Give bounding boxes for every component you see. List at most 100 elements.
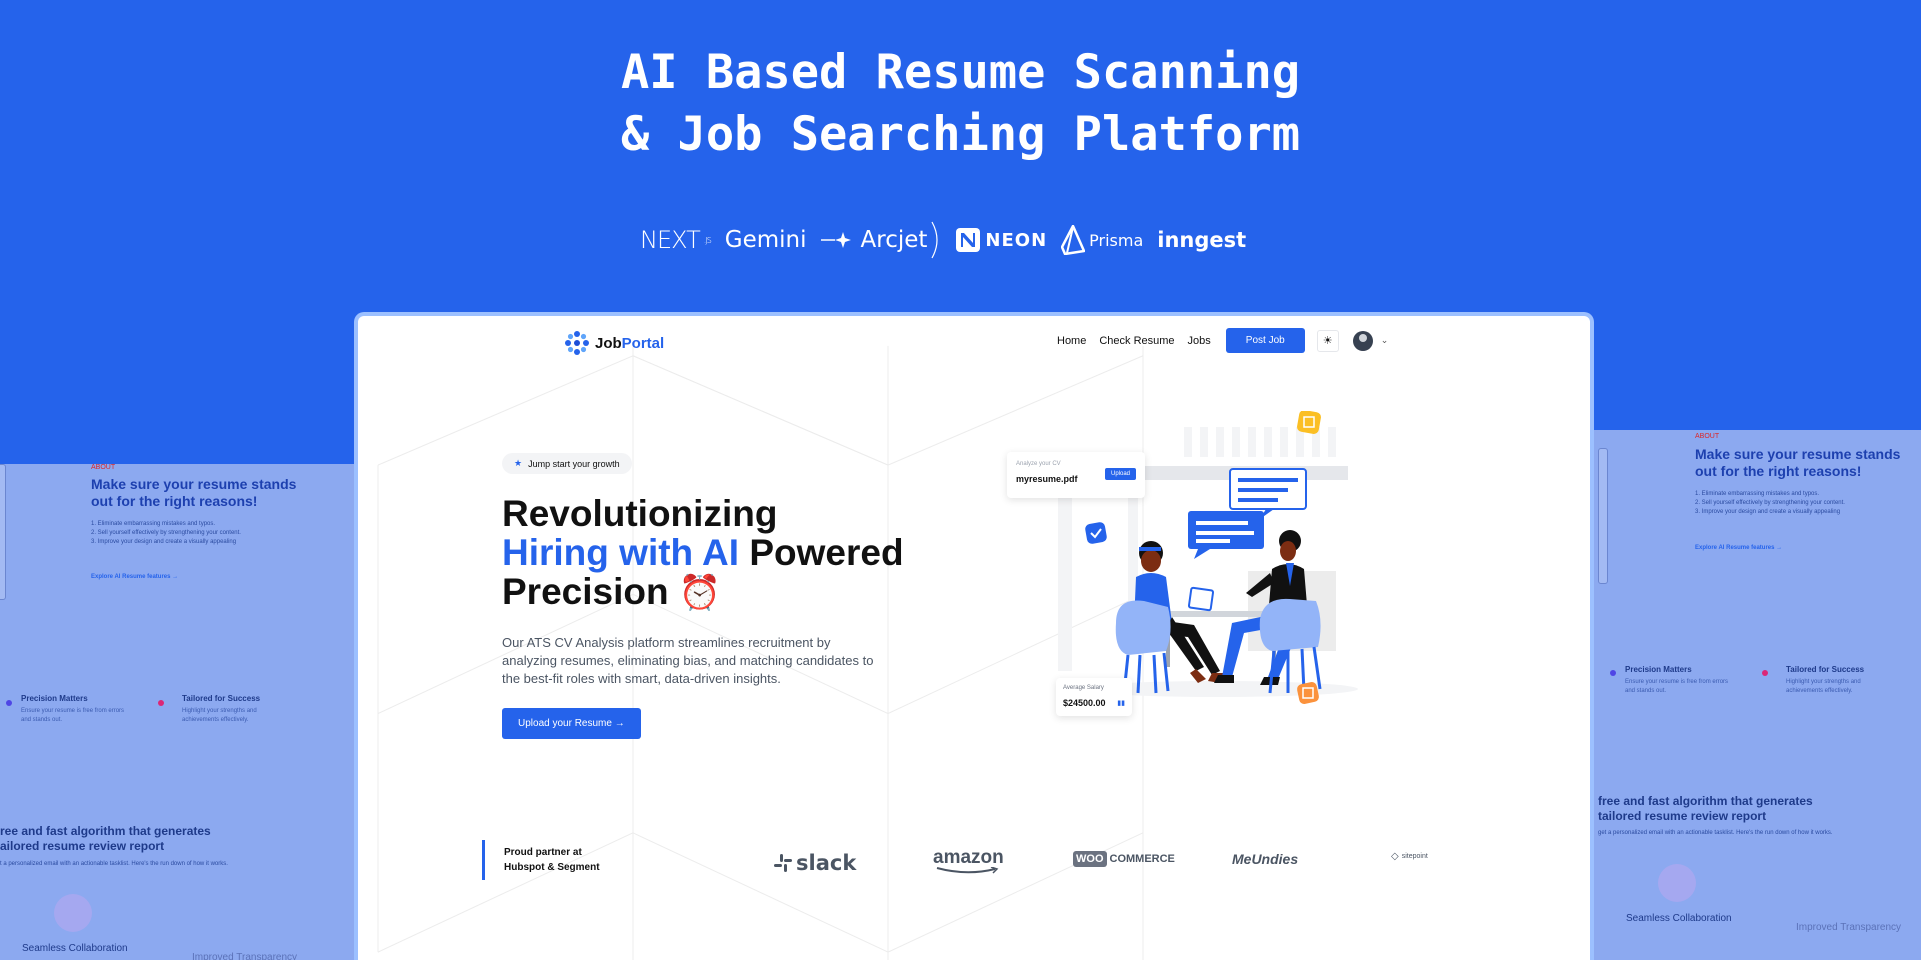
analyze-cv-card: Analyze your CV myresume.pdf Upload <box>1007 452 1145 498</box>
algo-heading-right: free and fast algorithm that generates t… <box>1598 794 1813 823</box>
upload-cv-button[interactable]: Upload <box>1104 468 1136 480</box>
explore-features-link[interactable]: Explore AI Resume features → <box>1695 545 1782 551</box>
amazon-smile-icon <box>936 867 999 874</box>
prisma-label: Prisma <box>1089 230 1144 250</box>
side-list-item: 2. Sell yourself effectively by strength… <box>1695 500 1845 506</box>
post-job-button[interactable]: Post Job <box>1225 328 1305 353</box>
hero-heading-line-2: Powered <box>739 532 904 573</box>
average-salary-label: Average Salary <box>1063 685 1104 691</box>
about-label: ABOUT <box>1695 433 1720 440</box>
partner-label-line-1: Proud partner at <box>504 847 582 858</box>
inngest-label: inngest <box>1157 228 1247 252</box>
chevron-down-icon[interactable]: ⌄ <box>1381 335 1389 346</box>
sitepoint-icon: ◇ <box>1391 851 1399 862</box>
theme-toggle-button[interactable]: ☀ <box>1316 329 1339 352</box>
jobportal-logo-icon <box>565 331 589 355</box>
feature-dot-icon <box>158 700 164 706</box>
prisma-logo: Prisma <box>1061 225 1143 255</box>
arcjet-icon <box>820 232 851 248</box>
growth-badge: ★ Jump start your growth <box>502 453 632 474</box>
average-salary-card: Average Salary $24500.00 ▮▮ <box>1056 678 1132 716</box>
neon-label: NEON <box>985 229 1048 251</box>
prisma-icon <box>1061 225 1086 255</box>
side-list-left: 1. Eliminate embarrassing mistakes and t… <box>91 520 241 547</box>
average-salary-value: $24500.00 <box>1063 698 1106 708</box>
hero-heading-highlight: Hiring with AI <box>502 532 740 573</box>
side-scroll-edge-left <box>0 464 6 600</box>
nav-jobs[interactable]: Jobs <box>1188 335 1211 347</box>
explore-features-link[interactable]: Explore AI Resume features → <box>91 574 178 580</box>
feature-title-2: Tailored for Success <box>1786 665 1865 674</box>
feature-desc-1: Ensure your resume is free from errors a… <box>1625 679 1729 694</box>
analyze-cv-label: Analyze your CV <box>1016 461 1061 467</box>
caption-transparency: Improved Transparency <box>1796 922 1902 933</box>
hero-heading: Revolutionizing Hiring with AI Powered P… <box>502 494 982 613</box>
gemini-logo: Gemini <box>725 227 807 253</box>
commerce-label: COMMERCE <box>1109 853 1175 865</box>
sun-icon: ☀ <box>1322 335 1333 347</box>
side-list-right: 1. Eliminate embarrassing mistakes and t… <box>1695 490 1845 517</box>
meundies-logo: MeUndies <box>1232 851 1298 867</box>
feature-dot-icon <box>1762 670 1768 676</box>
side-list-item: 3. Improve your design and create a visu… <box>1695 509 1841 515</box>
nav-home[interactable]: Home <box>1057 335 1086 347</box>
meundies-label: MeUndies <box>1232 851 1299 867</box>
title-line-1: AI Based Resume Scanning <box>620 45 1301 100</box>
hero-heading-line-1: Revolutionizing <box>502 493 778 534</box>
app-screenshot-frame: JobPortal Home Check Resume Jobs Post Jo… <box>354 312 1594 960</box>
hero-heading-line-3: Precision <box>502 571 669 612</box>
caption-seamless: Seamless Collaboration <box>1626 913 1732 924</box>
resume-filename: myresume.pdf <box>1016 474 1078 484</box>
side-list-item: 3. Improve your design and create a visu… <box>91 539 237 545</box>
decorative-circle <box>54 894 92 932</box>
caption-transparency: Improved Transparency <box>192 952 298 960</box>
title-line-2: & Job Searching Platform <box>620 107 1301 162</box>
partner-brands: slack amazon WOO COMMERCE MeUndies ◇ sit… <box>773 841 1428 881</box>
user-avatar[interactable] <box>1352 330 1373 351</box>
feature-desc-2: Highlight your strengths and achievement… <box>1786 679 1861 694</box>
brand-prefix: Job <box>595 334 622 352</box>
woo-label: WOO <box>1073 851 1107 867</box>
slack-label: slack <box>796 851 857 875</box>
nextjs-label: NEXT <box>640 226 701 254</box>
neon-logo: NEON <box>955 227 1047 253</box>
decorative-circle <box>1658 864 1696 902</box>
caption-seamless: Seamless Collaboration <box>22 943 128 954</box>
nextjs-logo: NEXT .JS <box>640 226 712 254</box>
algo-heading-left: ree and fast algorithm that generates ai… <box>0 824 211 853</box>
alarm-clock-icon: ⏰ <box>678 573 722 613</box>
feature-title-2: Tailored for Success <box>182 694 261 703</box>
gemini-label: Gemini <box>724 227 807 253</box>
star-icon: ★ <box>514 458 523 468</box>
bar-chart-icon: ▮▮ <box>1117 700 1125 707</box>
nextjs-suffix: .JS <box>703 235 712 245</box>
partner-label-line-2: Hubspot & Segment <box>504 862 600 873</box>
tech-stack-logos: NEXT .JS Gemini Arcjet NEON Prisma innges… <box>640 220 1246 260</box>
amazon-label: amazon <box>933 847 1004 868</box>
feature-dot-icon <box>1610 670 1616 676</box>
upload-resume-button[interactable]: Upload your Resume → <box>502 708 641 739</box>
sitepoint-label: sitepoint <box>1401 853 1428 860</box>
arcjet-label: Arcjet <box>860 227 928 253</box>
side-scroll-edge-right <box>1598 448 1608 584</box>
amazon-logo: amazon <box>933 847 1004 874</box>
feature-title-1: Precision Matters <box>1625 665 1692 674</box>
slack-logo: slack <box>773 851 856 875</box>
arcjet-arc-icon <box>931 221 939 259</box>
about-label: ABOUT <box>91 464 116 471</box>
page-title: AI Based Resume Scanning & Job Searching… <box>0 42 1921 166</box>
feature-desc-1: Ensure your resume is free from errors a… <box>21 708 125 723</box>
growth-badge-label: Jump start your growth <box>528 458 620 469</box>
slack-icon <box>774 854 792 872</box>
side-panel-right: ABOUT Make sure your resume stands out f… <box>1592 430 1921 960</box>
feature-title-1: Precision Matters <box>21 694 88 703</box>
hero-description: Our ATS CV Analysis platform streamlines… <box>502 635 874 686</box>
side-heading-right: Make sure your resume stands out for the… <box>1695 446 1901 479</box>
neon-icon <box>956 228 981 252</box>
side-list-item: 1. Eliminate embarrassing mistakes and t… <box>91 521 216 527</box>
sitepoint-logo: ◇ sitepoint <box>1391 851 1428 862</box>
nav-check-resume[interactable]: Check Resume <box>1099 335 1174 347</box>
brand-logo[interactable]: JobPortal <box>564 330 664 356</box>
side-panel-left: ABOUT Make sure your resume stands out f… <box>0 464 354 960</box>
partner-label: Proud partner at Hubspot & Segment <box>482 840 600 880</box>
